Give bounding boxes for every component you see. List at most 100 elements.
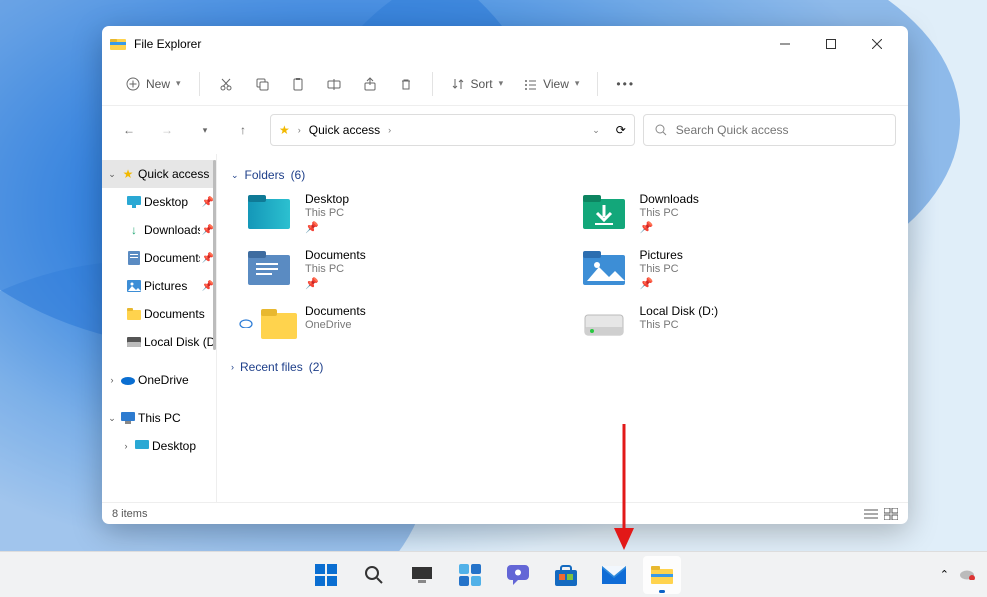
maximize-button[interactable]: [808, 26, 854, 62]
start-button[interactable]: [307, 556, 345, 594]
folder-name: Downloads: [640, 192, 699, 206]
group-recent-files[interactable]: › Recent files (2): [231, 360, 894, 374]
download-icon: ↓: [126, 222, 142, 238]
paste-button[interactable]: [282, 68, 314, 100]
sidebar-item-desktop[interactable]: Desktop 📌: [102, 188, 216, 216]
folder-name: Local Disk (D:): [640, 304, 719, 318]
search-button[interactable]: [355, 556, 393, 594]
pin-icon[interactable]: 📌: [305, 277, 366, 290]
titlebar[interactable]: File Explorer: [102, 26, 908, 62]
file-explorer-icon: [110, 36, 126, 52]
widgets-icon: [459, 564, 481, 586]
store-button[interactable]: [547, 556, 585, 594]
sort-icon: [451, 77, 465, 91]
scrollbar-thumb[interactable]: [213, 160, 216, 350]
view-button[interactable]: View▾: [515, 68, 587, 100]
downloads-icon: [580, 190, 628, 232]
folder-location: This PC: [305, 207, 349, 219]
address-bar[interactable]: ★ › Quick access › ⌄ ⟳: [270, 114, 635, 146]
folder-item[interactable]: PicturesThis PC📌: [580, 246, 895, 290]
toolbar: New▾ Sort▾ View▾ •••: [102, 62, 908, 106]
task-view-button[interactable]: [403, 556, 441, 594]
forward-button[interactable]: →: [152, 115, 182, 145]
folder-item[interactable]: DocumentsThis PC📌: [245, 246, 560, 290]
disk-icon: [126, 334, 142, 350]
onedrive-tray-icon[interactable]: [959, 569, 975, 580]
widgets-button[interactable]: [451, 556, 489, 594]
pictures-icon: [126, 278, 142, 294]
folder-location: OneDrive: [305, 319, 366, 331]
copy-button[interactable]: [246, 68, 278, 100]
chevron-right-icon: ›: [231, 362, 234, 372]
folder-item[interactable]: DownloadsThis PC 📌: [580, 190, 895, 234]
pictures-icon: [580, 246, 628, 288]
rename-icon: [327, 77, 341, 91]
refresh-button[interactable]: ⟳: [616, 123, 626, 137]
folder-name: Desktop: [305, 192, 349, 206]
breadcrumb-separator: ›: [388, 125, 391, 135]
more-button[interactable]: •••: [608, 68, 643, 100]
pin-icon[interactable]: 📌: [640, 221, 699, 234]
disk-icon: [580, 302, 628, 344]
pin-icon[interactable]: 📌: [640, 277, 683, 290]
folder-item[interactable]: Local Disk (D:)This PC: [580, 302, 895, 344]
share-icon: [363, 77, 377, 91]
mail-button[interactable]: [595, 556, 633, 594]
sidebar-item-thispc-desktop[interactable]: › Desktop: [102, 432, 216, 460]
tray-chevron-icon[interactable]: ⌃: [940, 568, 949, 581]
delete-button[interactable]: [390, 68, 422, 100]
sort-button[interactable]: Sort▾: [443, 68, 512, 100]
new-button[interactable]: New▾: [118, 68, 189, 100]
desktop-icon: [134, 438, 150, 454]
folder-location: This PC: [640, 207, 699, 219]
grid-view-button[interactable]: [884, 508, 898, 520]
sidebar-item-downloads[interactable]: ↓ Downloads 📌: [102, 216, 216, 244]
close-button[interactable]: [854, 26, 900, 62]
document-icon: [126, 250, 142, 266]
taskbar: ⌃: [0, 551, 987, 597]
group-folders[interactable]: ⌄ Folders (6): [231, 168, 894, 182]
folder-location: This PC: [305, 263, 366, 275]
search-bar[interactable]: [643, 114, 896, 146]
this-pc-icon: [120, 410, 136, 426]
pin-icon[interactable]: 📌: [305, 221, 349, 234]
sidebar-item-quick-access[interactable]: ⌄ ★ Quick access: [102, 160, 216, 188]
sidebar-item-pictures[interactable]: Pictures 📌: [102, 272, 216, 300]
folder-item[interactable]: DocumentsOneDrive: [245, 302, 560, 344]
folder-location: This PC: [640, 319, 719, 331]
details-view-button[interactable]: [864, 508, 878, 520]
chat-button[interactable]: [499, 556, 537, 594]
folder-location: This PC: [640, 263, 683, 275]
nav-row: ← → ▾ ↑ ★ › Quick access › ⌄ ⟳: [102, 106, 908, 154]
back-button[interactable]: ←: [114, 115, 144, 145]
system-tray[interactable]: ⌃: [940, 568, 975, 581]
search-icon: [654, 123, 668, 137]
breadcrumb[interactable]: Quick access: [309, 123, 380, 137]
minimize-button[interactable]: [762, 26, 808, 62]
sidebar-item-onedrive[interactable]: › OneDrive: [102, 366, 216, 394]
copy-icon: [255, 77, 269, 91]
sidebar-item-documents-2[interactable]: Documents: [102, 300, 216, 328]
star-icon: ★: [120, 166, 136, 182]
up-button[interactable]: ↑: [228, 115, 258, 145]
folder-item[interactable]: DesktopThis PC 📌: [245, 190, 560, 234]
cut-button[interactable]: [210, 68, 242, 100]
file-explorer-taskbar[interactable]: [643, 556, 681, 594]
store-icon: [555, 564, 577, 586]
paste-icon: [291, 77, 305, 91]
rename-button[interactable]: [318, 68, 350, 100]
sidebar-item-this-pc[interactable]: ⌄ This PC: [102, 404, 216, 432]
sidebar-item-documents[interactable]: Documents 📌: [102, 244, 216, 272]
ellipsis-icon: •••: [616, 77, 635, 91]
address-dropdown[interactable]: ⌄: [592, 125, 600, 136]
folder-cloud-icon: [245, 302, 293, 344]
search-input[interactable]: [676, 123, 885, 137]
recent-locations-button[interactable]: ▾: [190, 115, 220, 145]
plus-circle-icon: [126, 77, 140, 91]
mail-icon: [602, 566, 626, 584]
sidebar-item-local-disk[interactable]: Local Disk (D:): [102, 328, 216, 356]
star-icon: ★: [279, 123, 290, 137]
file-explorer-window: File Explorer New▾ Sort▾ View▾ ••• ← → ▾…: [102, 26, 908, 524]
share-button[interactable]: [354, 68, 386, 100]
chat-icon: [507, 565, 529, 585]
